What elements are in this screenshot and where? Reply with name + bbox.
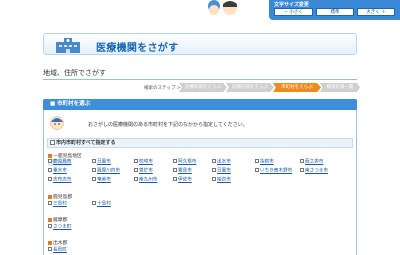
city-option[interactable]: いちき串木野市 bbox=[255, 168, 292, 175]
checkbox[interactable] bbox=[212, 168, 216, 172]
region-heading: 鹿児島郡 bbox=[48, 193, 72, 200]
city-link[interactable]: いちき串木野市 bbox=[260, 169, 292, 174]
city-link[interactable]: 出水市 bbox=[217, 160, 231, 165]
city-link[interactable]: 霧島市 bbox=[178, 169, 192, 174]
checkbox[interactable] bbox=[212, 177, 216, 181]
city-option[interactable]: 垂水市 bbox=[48, 168, 67, 175]
bullet-icon bbox=[48, 153, 52, 158]
guide-avatar-icon bbox=[50, 116, 64, 130]
banner bbox=[43, 33, 357, 55]
checkbox[interactable] bbox=[92, 159, 96, 163]
font-large-button[interactable]: 大きく ＋ bbox=[357, 8, 395, 16]
city-link[interactable]: 薩摩川内市 bbox=[97, 169, 120, 174]
city-option[interactable]: 出水市 bbox=[212, 159, 231, 166]
city-option[interactable]: 三島村 bbox=[48, 201, 67, 208]
checkbox[interactable] bbox=[48, 168, 52, 172]
city-option[interactable]: 枕崎市 bbox=[134, 159, 153, 166]
intro-text: おさがしの医療機関のある市町村を下記のなかから指定してください。 bbox=[88, 122, 248, 128]
city-link[interactable]: さつま町 bbox=[53, 225, 71, 230]
hospital-icon bbox=[56, 38, 80, 53]
page-title: 地域、住所でさがす bbox=[43, 69, 106, 77]
checkbox[interactable] bbox=[92, 168, 96, 172]
city-link[interactable]: 日置市 bbox=[217, 169, 231, 174]
step-2: 診療内容をえらぶ bbox=[226, 83, 274, 92]
city-option[interactable]: 西之表市 bbox=[300, 159, 323, 166]
region-heading: 薩摩郡 bbox=[48, 216, 67, 223]
checkbox[interactable] bbox=[48, 201, 52, 205]
city-link[interactable]: 鹿児島市 bbox=[53, 160, 71, 165]
city-option[interactable]: 姶良市 bbox=[212, 177, 231, 184]
bullet-icon bbox=[48, 194, 52, 199]
checkbox[interactable] bbox=[173, 168, 177, 172]
checkbox[interactable] bbox=[92, 201, 96, 205]
checkbox[interactable] bbox=[134, 177, 138, 181]
step-3-current: 市町村をえらぶ bbox=[273, 83, 321, 92]
city-link[interactable]: 三島村 bbox=[53, 202, 67, 207]
city-option[interactable]: 阿久根市 bbox=[173, 159, 196, 166]
city-link[interactable]: 西之表市 bbox=[305, 160, 323, 165]
city-option[interactable]: 南さつま市 bbox=[300, 168, 328, 175]
city-link[interactable]: 垂水市 bbox=[53, 169, 67, 174]
select-all-checkbox[interactable] bbox=[50, 140, 55, 145]
city-link[interactable]: 南さつま市 bbox=[305, 169, 328, 174]
checkbox[interactable] bbox=[212, 159, 216, 163]
city-option[interactable]: 志布志市 bbox=[48, 177, 71, 184]
select-all-label[interactable]: 市内市町村すべて指定する bbox=[56, 139, 115, 147]
city-link[interactable]: 阿久根市 bbox=[178, 160, 196, 165]
city-link[interactable]: 十島村 bbox=[97, 202, 111, 207]
region-heading: ー鹿児島地区 bbox=[48, 152, 82, 159]
city-option[interactable]: 鹿児島市 bbox=[48, 159, 72, 166]
city-link[interactable]: 長島町 bbox=[53, 248, 67, 253]
bullet-icon bbox=[48, 240, 52, 245]
city-link[interactable]: 日置市 bbox=[97, 160, 111, 165]
checkbox[interactable] bbox=[48, 247, 52, 251]
city-link[interactable]: 曽於市 bbox=[139, 169, 153, 174]
city-link[interactable]: 志布志市 bbox=[53, 178, 71, 183]
section-header: ■ 市町村を選ぶ bbox=[43, 99, 357, 110]
city-link[interactable]: 枕崎市 bbox=[139, 160, 153, 165]
city-option[interactable]: 曽於市 bbox=[134, 168, 153, 175]
city-option[interactable]: 十島村 bbox=[92, 201, 111, 208]
checkbox[interactable] bbox=[48, 224, 52, 228]
checkbox[interactable] bbox=[134, 159, 138, 163]
city-link[interactable]: 指宿市 bbox=[260, 160, 274, 165]
checkbox[interactable] bbox=[173, 159, 177, 163]
checkbox[interactable] bbox=[255, 159, 259, 163]
step-label: 検索のステップ > bbox=[144, 86, 181, 91]
city-option[interactable]: 奄美市 bbox=[92, 177, 111, 184]
mascot-illustration bbox=[208, 0, 237, 15]
city-option[interactable]: 日置市 bbox=[92, 159, 111, 166]
city-option[interactable]: 南九州市 bbox=[134, 177, 157, 184]
banner-title: 医療機関をさがす bbox=[96, 43, 179, 54]
city-link[interactable]: 奄美市 bbox=[97, 178, 111, 183]
city-option[interactable]: さつま町 bbox=[48, 224, 71, 231]
font-small-button[interactable]: − 小さく bbox=[274, 8, 313, 16]
checkbox[interactable] bbox=[300, 159, 304, 163]
checkbox[interactable] bbox=[48, 159, 52, 163]
checkbox[interactable] bbox=[173, 177, 177, 181]
font-standard-button[interactable]: 標準 bbox=[316, 8, 354, 16]
city-link[interactable]: 姶良市 bbox=[217, 178, 231, 183]
step-1: 診療科目をえらぶ bbox=[179, 83, 227, 92]
font-size-label: 文字サイズ変更 bbox=[274, 2, 309, 8]
city-option[interactable]: 長島町 bbox=[48, 247, 67, 254]
city-link[interactable]: 伊佐市 bbox=[178, 178, 192, 183]
checkbox[interactable] bbox=[134, 168, 138, 172]
city-option[interactable]: 指宿市 bbox=[255, 159, 274, 166]
city-option[interactable]: 霧島市 bbox=[173, 168, 192, 175]
title-divider bbox=[43, 79, 357, 80]
checkbox[interactable] bbox=[48, 177, 52, 181]
city-link[interactable]: 南九州市 bbox=[139, 178, 157, 183]
section-body bbox=[43, 110, 357, 255]
bullet-icon bbox=[48, 217, 52, 222]
region-heading: 出水郡 bbox=[48, 239, 67, 246]
checkbox[interactable] bbox=[255, 168, 259, 172]
step-4: 検索結果一覧 bbox=[320, 83, 360, 92]
checkbox[interactable] bbox=[300, 168, 304, 172]
city-option[interactable]: 日置市 bbox=[212, 168, 231, 175]
city-option[interactable]: 薩摩川内市 bbox=[92, 168, 120, 175]
city-option[interactable]: 伊佐市 bbox=[173, 177, 192, 184]
checkbox[interactable] bbox=[92, 177, 96, 181]
